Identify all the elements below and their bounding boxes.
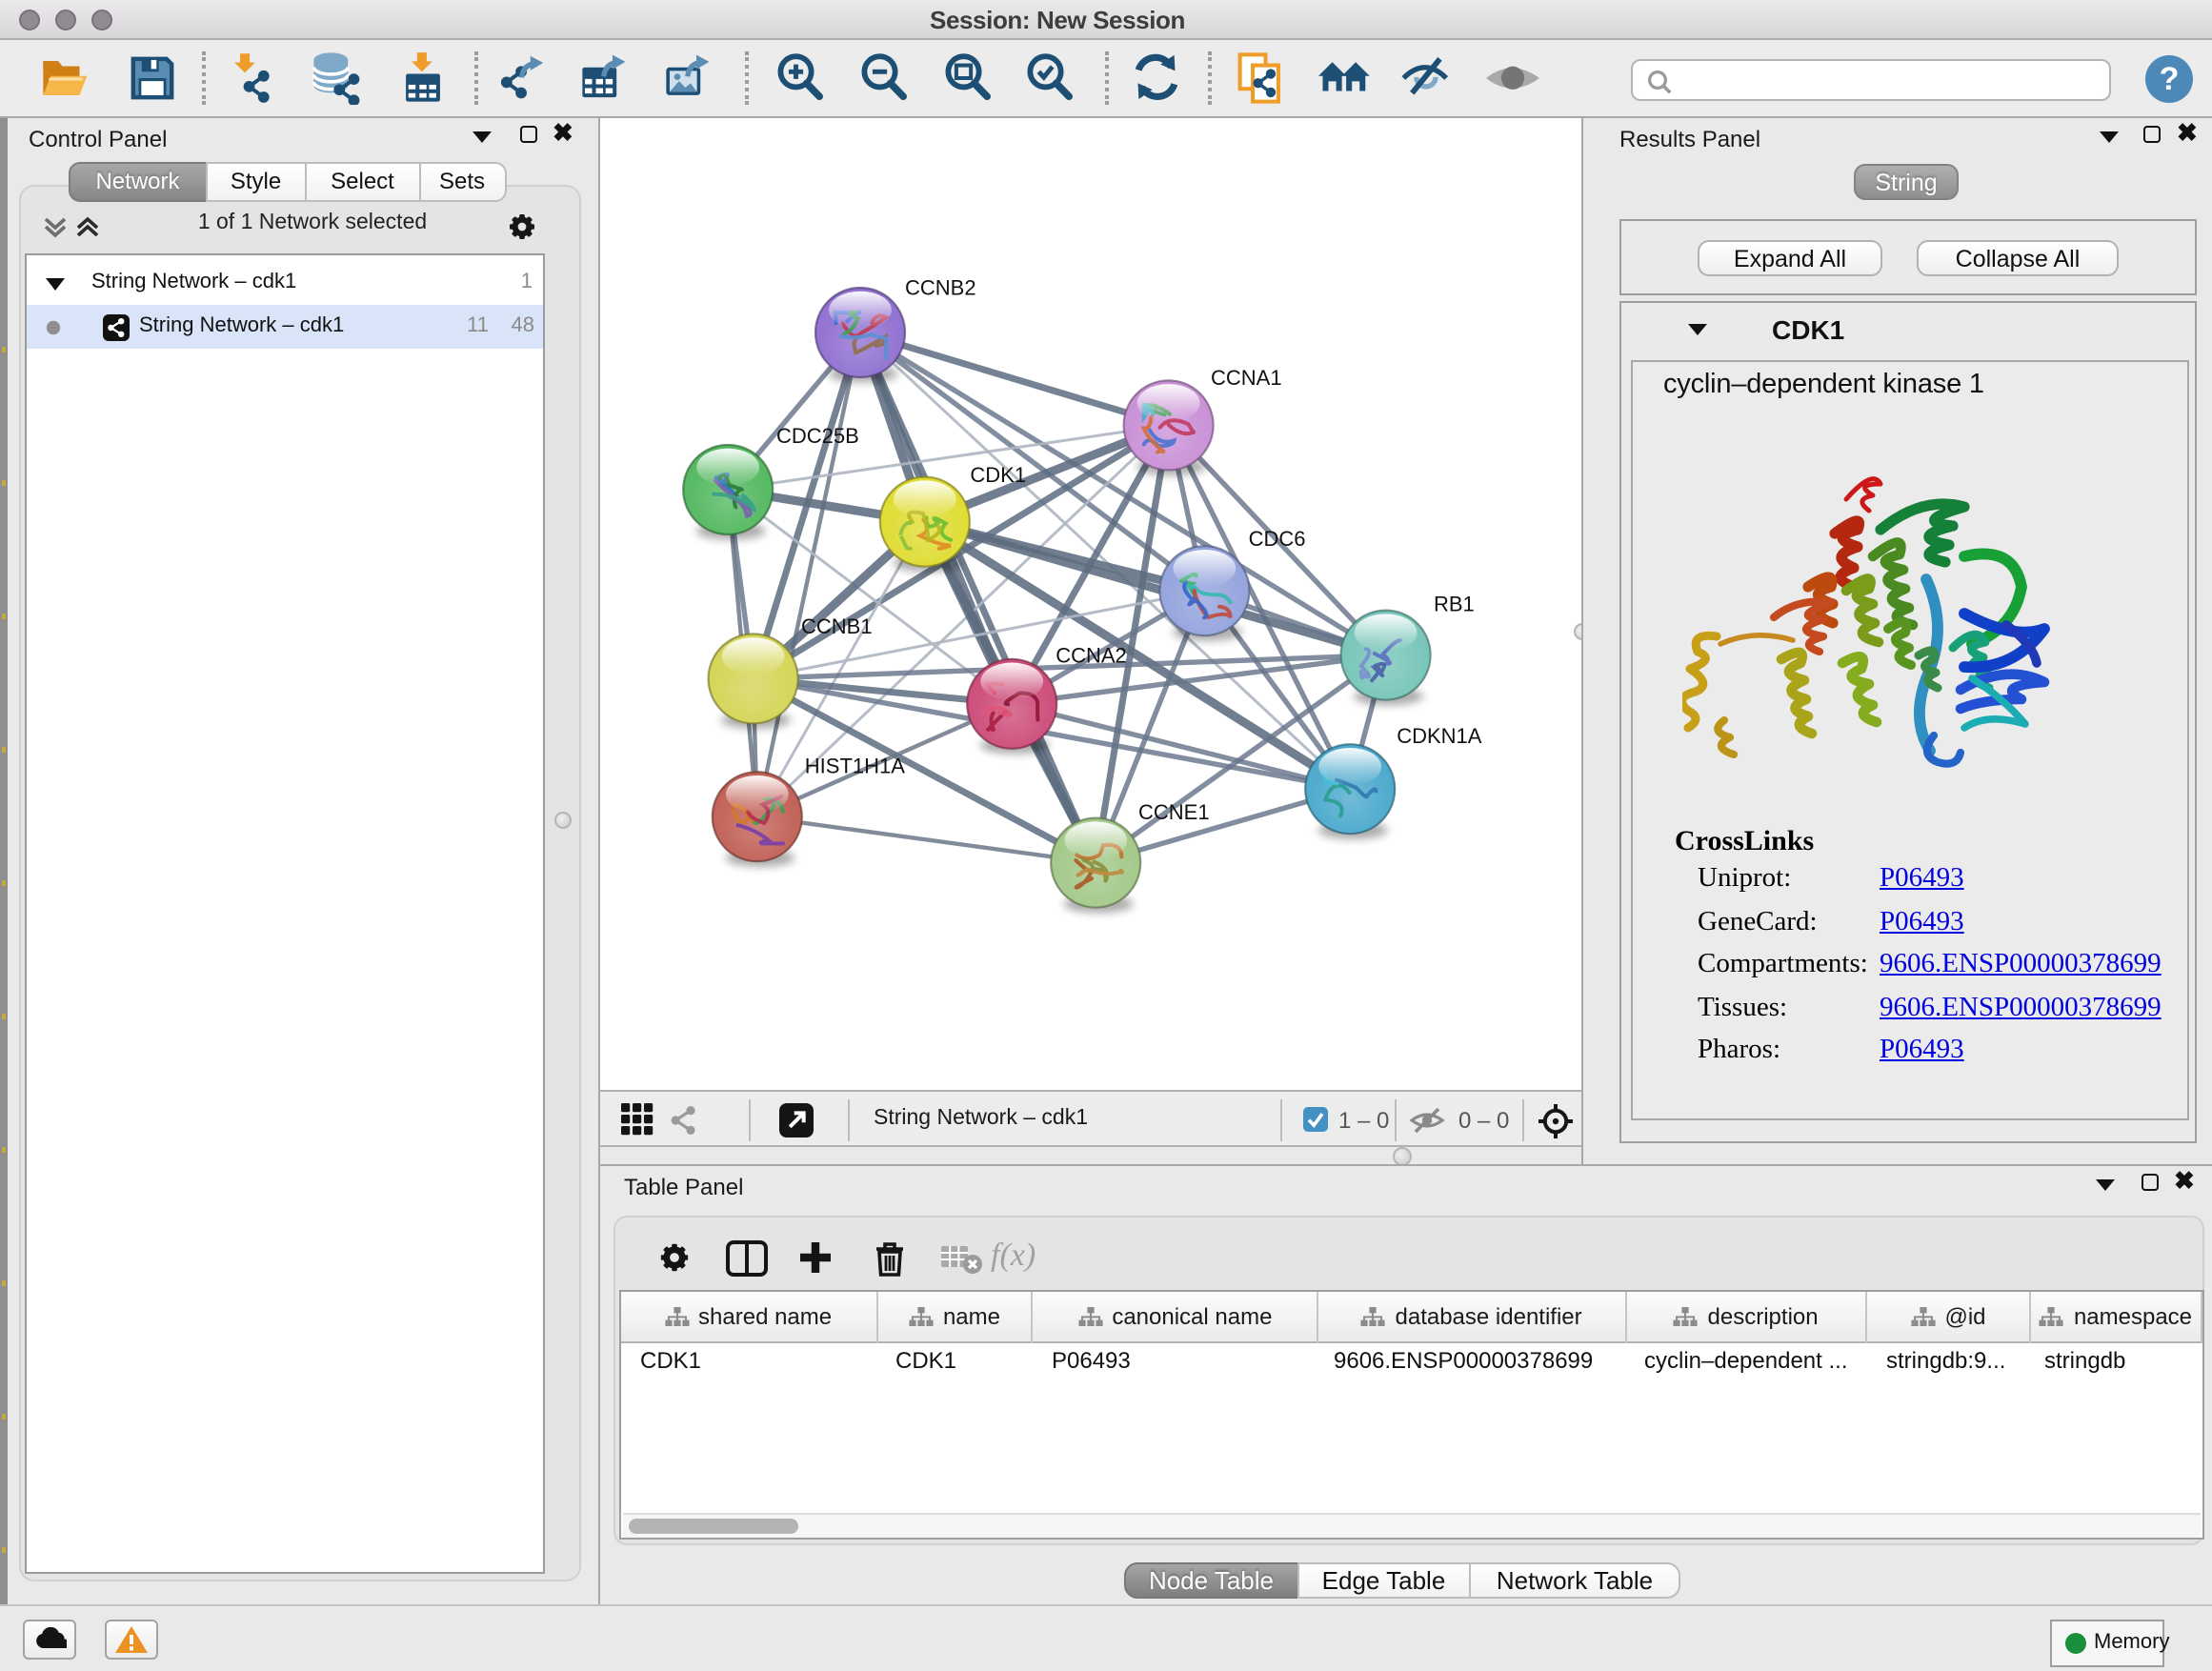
svg-text:CCNB1: CCNB1	[800, 614, 872, 638]
svg-text:CCNA1: CCNA1	[1210, 366, 1281, 390]
svg-text:CCNE1: CCNE1	[1137, 800, 1209, 824]
svg-text:CDC6: CDC6	[1248, 527, 1305, 551]
svg-text:CDC25B: CDC25B	[775, 424, 858, 448]
svg-text:CCNA2: CCNA2	[1055, 644, 1126, 668]
svg-text:RB1: RB1	[1433, 592, 1474, 615]
svg-text:HIST1H1A: HIST1H1A	[804, 754, 904, 777]
svg-text:CDKN1A: CDKN1A	[1396, 724, 1481, 748]
svg-text:CCNB2: CCNB2	[904, 276, 975, 300]
svg-text:CDK1: CDK1	[969, 463, 1025, 487]
